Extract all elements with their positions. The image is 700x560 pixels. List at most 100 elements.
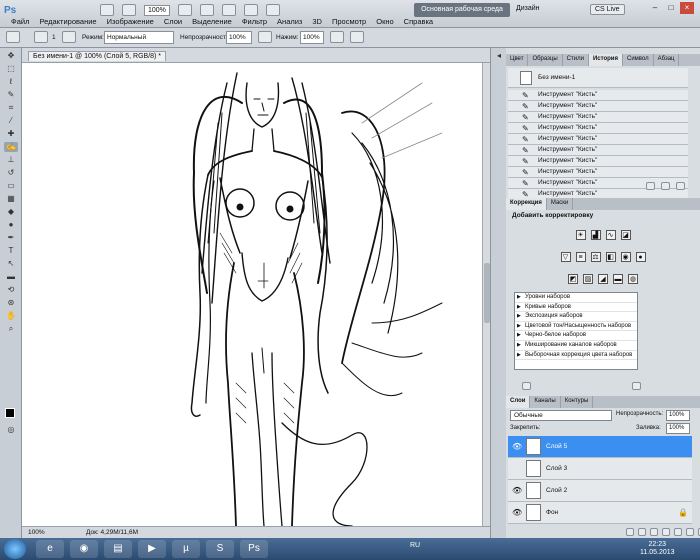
quick-select-icon[interactable]: ✎ [4,90,18,100]
menu-layers[interactable]: Слои [159,17,187,26]
history-item[interactable]: ✎ Инструмент "Кисть" [508,156,688,167]
eye-icon[interactable]: 👁 [512,486,522,495]
internet-explorer-icon[interactable]: e [36,540,64,558]
tab-paths[interactable]: Контуры [561,396,594,408]
rotate-view-icon[interactable] [221,4,236,16]
minimize-icon[interactable]: – [648,2,662,14]
quick-mask-icon[interactable]: ◎ [4,425,18,435]
healing-brush-icon[interactable]: ✚ [4,129,18,139]
close-icon[interactable]: × [680,2,694,14]
start-button[interactable] [4,539,26,559]
pressure-input[interactable]: 100% [300,31,324,44]
lasso-tool-icon[interactable]: ℓ [4,77,18,87]
tablet-opacity-icon[interactable] [258,31,272,43]
history-item[interactable]: ✎ Инструмент "Кисть" [508,90,688,101]
dodge-tool-icon[interactable]: ● [4,220,18,230]
camera-icon[interactable] [661,182,670,190]
bridge-icon[interactable] [100,4,114,16]
hand-tool-icon[interactable] [177,4,192,16]
preset-item[interactable]: Выборочная коррекция цвета наборов [515,351,637,361]
vertical-scrollbar[interactable] [482,63,490,526]
history-snapshot[interactable]: Без имени-1 [508,68,688,88]
menu-filter[interactable]: Фильтр [237,17,272,26]
zoom-tool-icon[interactable]: ⌕ [4,324,18,334]
layer-row[interactable]: 👁 Фон 🔒 [508,502,692,524]
tab-channels[interactable]: Каналы [530,396,561,408]
history-item[interactable]: ✎ Инструмент "Кисть" [508,167,688,178]
layer-opacity-input[interactable]: 100% [666,410,690,421]
history-item[interactable]: ✎ Инструмент "Кисть" [508,112,688,123]
menu-file[interactable]: Файл [6,17,34,26]
move-tool-icon[interactable]: ✥ [4,51,18,61]
chrome-icon[interactable]: ◉ [70,540,98,558]
document-tab[interactable]: Без имени-1 @ 100% (Слой 5, RGB/8) * [28,51,167,61]
vibrance-icon[interactable]: ▽ [560,252,571,262]
history-brush-icon[interactable]: ↺ [4,168,18,178]
curves-icon[interactable]: ∿ [605,230,616,240]
crop-tool-icon[interactable]: ⌗ [4,103,18,113]
zoom-select[interactable]: 100% [144,4,170,16]
levels-icon[interactable]: ▟ [590,230,601,240]
invert-icon[interactable]: ◩ [568,274,578,284]
media-player-icon[interactable]: ▶ [138,540,166,558]
black-white-icon[interactable]: ◧ [605,252,616,262]
preset-item[interactable]: Экспозиция наборов [515,312,637,322]
tab-character[interactable]: Символ [623,54,654,66]
tab-styles[interactable]: Стили [563,54,589,66]
tablet-size-icon[interactable] [350,31,364,43]
gradient-map-icon[interactable]: ▬ [613,274,623,284]
tab-color[interactable]: Цвет [506,54,529,66]
layer-row[interactable]: 👁 Слой 2 [508,480,692,502]
menu-image[interactable]: Изображение [102,17,159,26]
menu-edit[interactable]: Редактирование [34,17,101,26]
history-item[interactable]: ✎ Инструмент "Кисть" [508,145,688,156]
threshold-icon[interactable]: ◢ [598,274,608,284]
eye-icon[interactable]: 👁 [512,442,522,451]
eyedropper-icon[interactable]: ⁄ [4,116,18,126]
history-item[interactable]: ✎ Инструмент "Кисть" [508,101,688,112]
3d-rotate-icon[interactable]: ⟲ [4,285,18,295]
canvas[interactable] [22,63,482,526]
tab-history[interactable]: История [588,54,623,66]
menu-3d[interactable]: 3D [307,17,327,26]
photoshop-taskbar-icon[interactable]: Ps [240,540,268,558]
link-layers-icon[interactable] [626,528,634,536]
posterize-icon[interactable]: ▨ [583,274,593,284]
tab-layers[interactable]: Слои [506,396,531,408]
brush-picker-icon[interactable] [34,31,48,43]
preset-item[interactable]: Уровни наборов [515,293,637,303]
clock[interactable]: 22:23 11.05.2013 [640,541,675,557]
zoom-tool-icon[interactable] [199,4,214,16]
history-item[interactable]: ✎ Инструмент "Кисть" [508,134,688,145]
maximize-icon[interactable]: □ [664,2,678,14]
preset-item[interactable]: Микширование каналов наборов [515,341,637,351]
tab-swatches[interactable]: Образцы [528,54,563,66]
explorer-icon[interactable]: ▤ [104,540,132,558]
tab-adjustments[interactable]: Коррекция [506,198,547,210]
menu-select[interactable]: Выделение [187,17,237,26]
new-document-icon[interactable] [646,182,655,190]
shape-tool-icon[interactable]: ▬ [4,272,18,282]
3d-orbit-icon[interactable]: ⊛ [4,298,18,308]
layer-row[interactable]: 👁 Слой 5 [508,436,692,458]
language-indicator[interactable]: RU [410,542,420,549]
clone-stamp-icon[interactable]: ⊥ [4,155,18,165]
foreground-color-swatch[interactable] [5,408,15,418]
new-layer-icon[interactable] [686,528,694,536]
blend-mode-select[interactable]: Обычные [510,410,612,421]
layer-row[interactable]: Слой 3 [508,458,692,480]
tool-preset-icon[interactable] [6,31,20,43]
hand-tool-icon[interactable]: ✋ [4,311,18,321]
channel-mixer-icon[interactable]: ● [635,252,646,262]
color-balance-icon[interactable]: ⚖ [590,252,601,262]
mini-bridge-icon[interactable] [122,4,136,16]
preset-item[interactable]: Черно-белое наборов [515,331,637,341]
menu-help[interactable]: Справка [399,17,438,26]
menu-view[interactable]: Просмотр [327,17,371,26]
status-zoom[interactable]: 100% [28,529,45,536]
trash-icon[interactable] [676,182,685,190]
type-tool-icon[interactable]: T [4,246,18,256]
skype-icon[interactable]: S [206,540,234,558]
brightness-icon[interactable]: ☀ [575,230,586,240]
eye-icon[interactable]: 👁 [512,508,522,517]
